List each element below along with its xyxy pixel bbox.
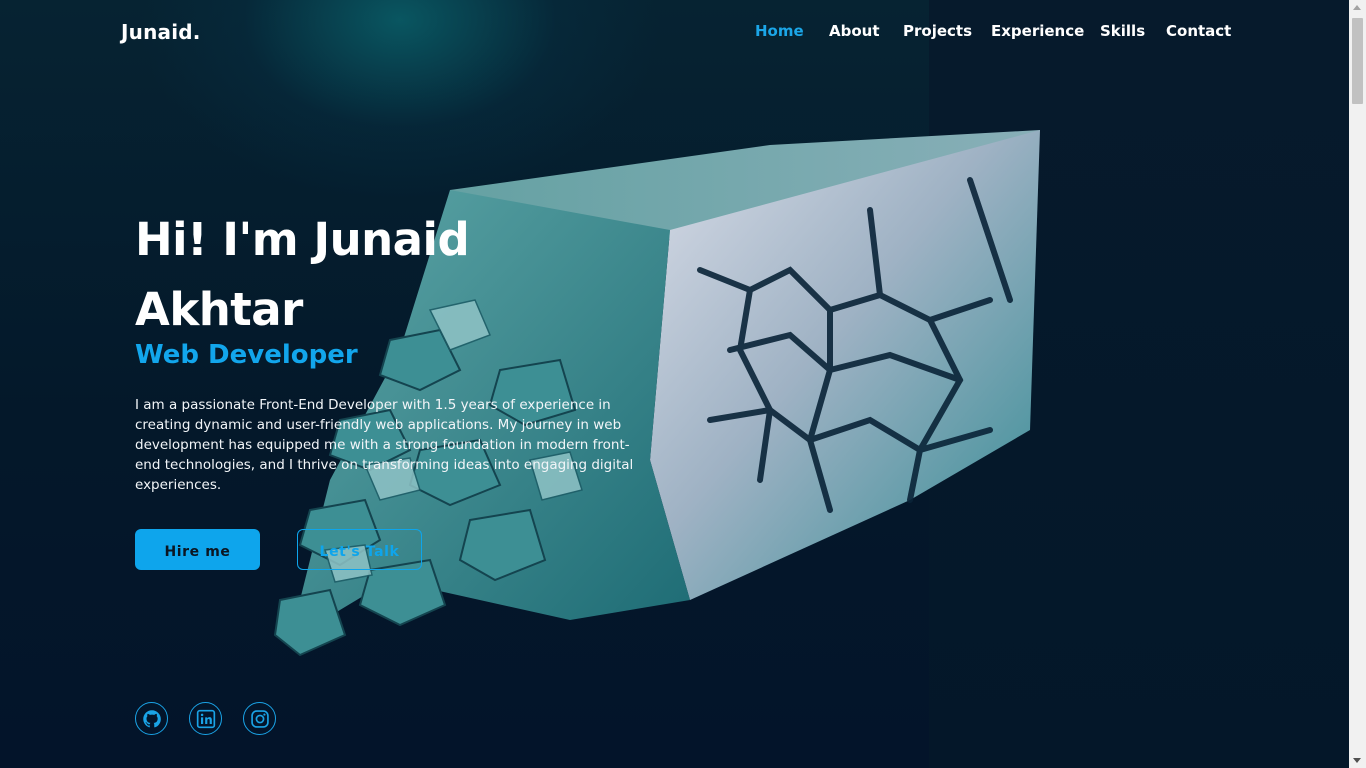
scroll-up-arrow-icon[interactable] [1353,5,1361,10]
portfolio-page: Junaid. Home About Projects Experience S… [0,0,1349,768]
hero-role: Web Developer [135,340,358,370]
main-nav: Home About Projects Experience Skills Co… [0,22,1349,44]
github-icon [142,709,161,727]
linkedin-icon [196,709,215,728]
scroll-thumb[interactable] [1352,18,1363,104]
nav-projects[interactable]: Projects [903,22,972,40]
nav-contact[interactable]: Contact [1166,22,1231,40]
github-link[interactable] [135,702,168,735]
vertical-scrollbar[interactable] [1349,0,1366,768]
hire-me-button[interactable]: Hire me [135,529,260,570]
hero-greeting: Hi! I'm Junaid Akhtar [135,213,470,336]
linkedin-link[interactable] [189,702,222,735]
scroll-down-arrow-icon[interactable] [1353,758,1361,763]
nav-experience[interactable]: Experience [991,22,1084,40]
hero-description: I am a passionate Front-End Developer wi… [135,397,634,493]
nav-skills[interactable]: Skills [1100,22,1145,40]
nav-home[interactable]: Home [755,22,804,40]
lets-talk-button[interactable]: Let's Talk [297,529,422,570]
nav-about[interactable]: About [829,22,880,40]
instagram-link[interactable] [243,702,276,735]
instagram-icon [250,709,269,728]
